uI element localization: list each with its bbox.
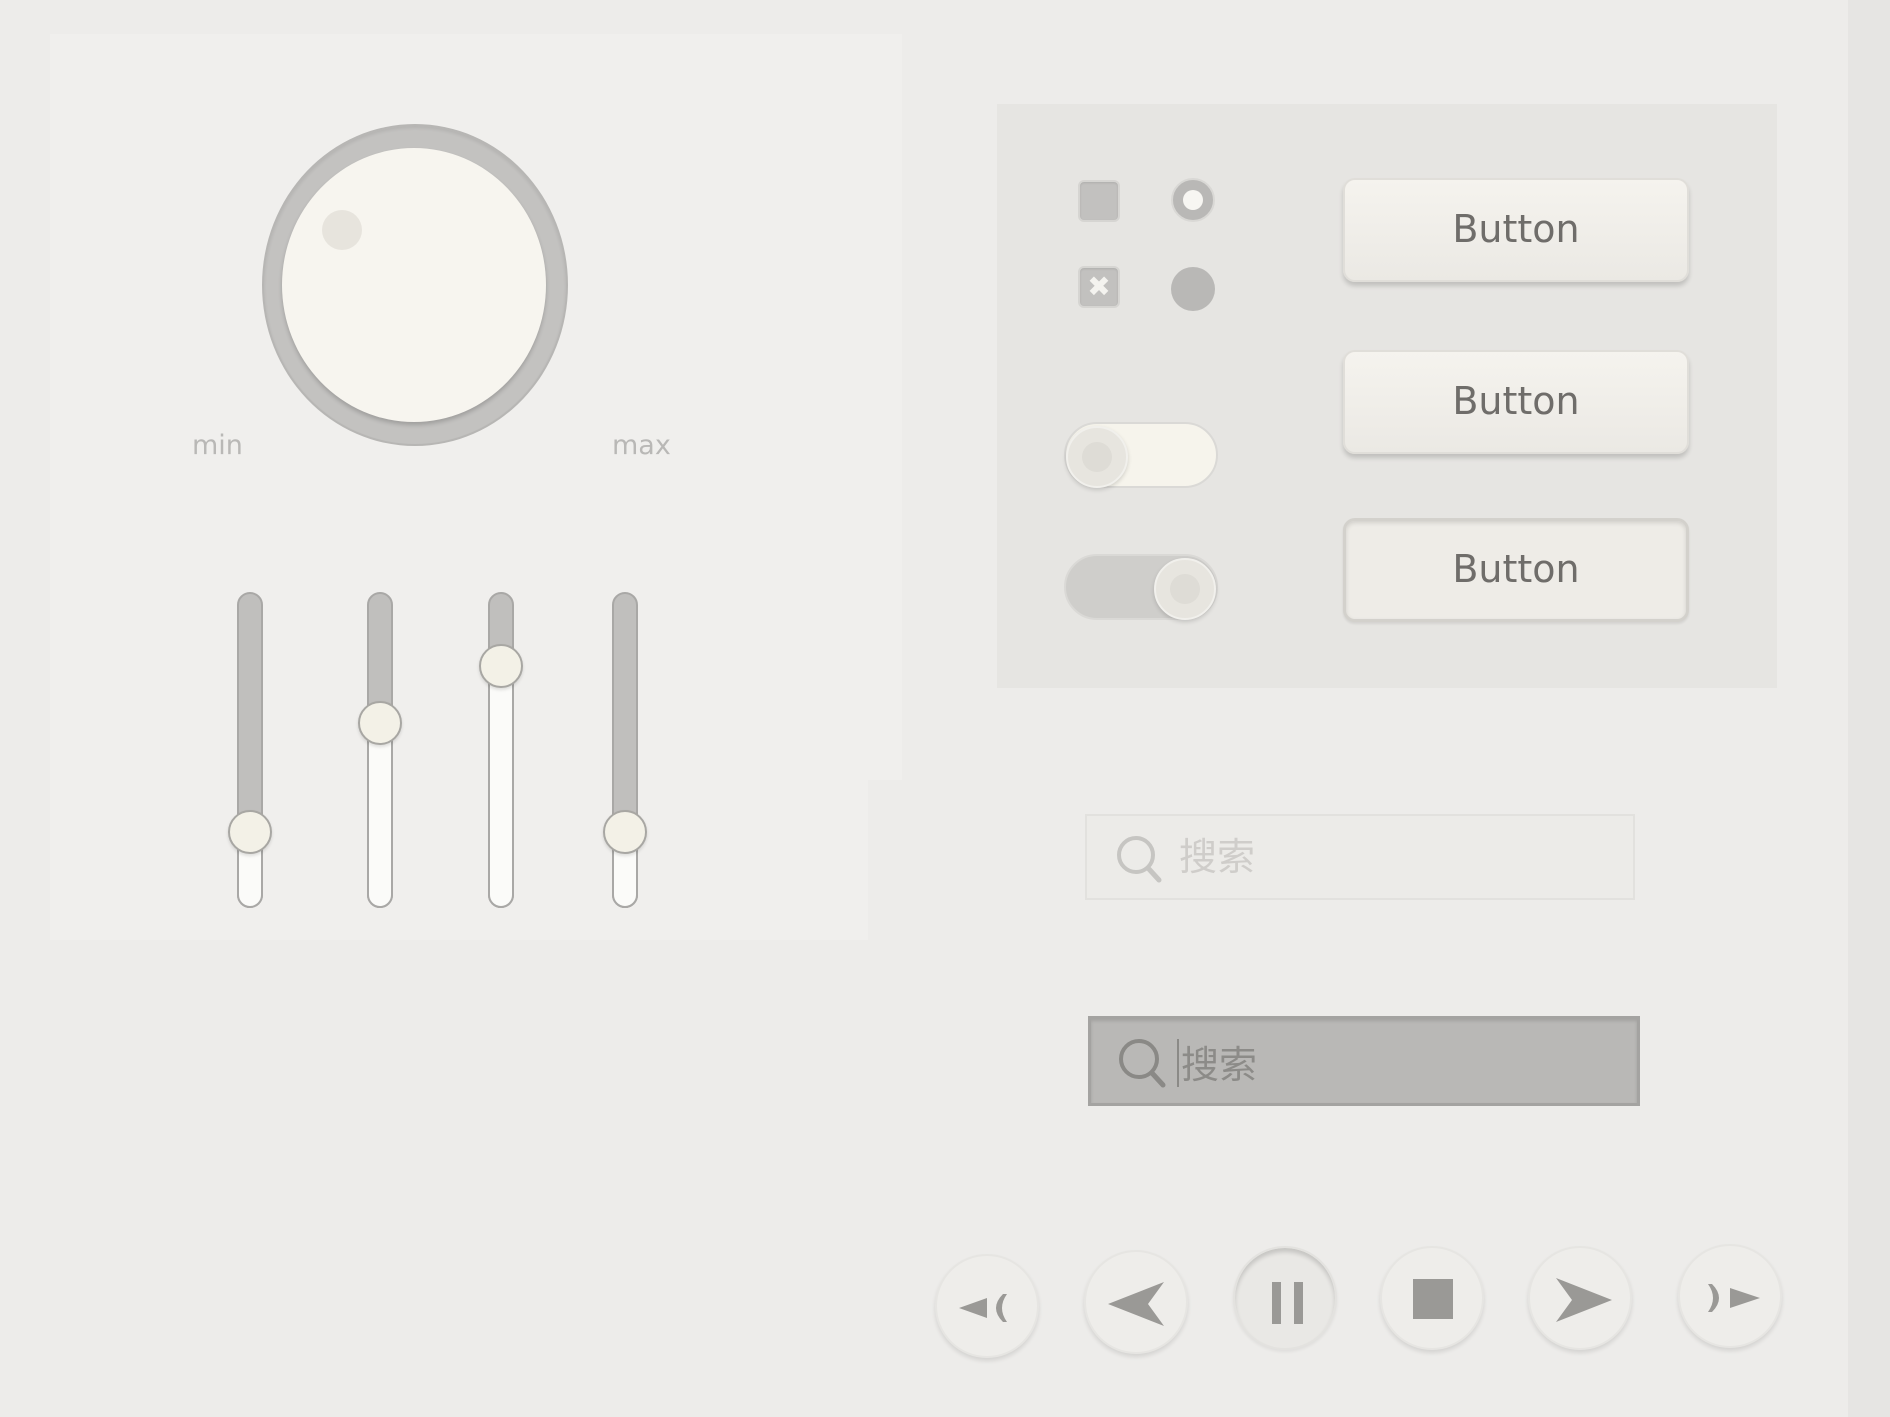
- button-2[interactable]: Button: [1343, 350, 1689, 454]
- slider-3-thumb[interactable]: [479, 643, 523, 688]
- search-icon: [1117, 836, 1162, 883]
- previous-button[interactable]: [1084, 1250, 1188, 1354]
- stop-button[interactable]: [1380, 1246, 1484, 1350]
- knob-max-label: max: [612, 430, 671, 461]
- rotary-knob-face[interactable]: [282, 148, 546, 422]
- previous-icon: [1108, 1282, 1164, 1326]
- search-input-active[interactable]: [1181, 1019, 1621, 1103]
- checkbox-unchecked[interactable]: [1078, 180, 1120, 222]
- toggle-switch-on[interactable]: [1064, 554, 1218, 620]
- rewind-icon: [959, 1294, 1007, 1322]
- play-icon: [1556, 1278, 1612, 1322]
- text-caret: [1177, 1039, 1179, 1087]
- button-3-pressed[interactable]: Button: [1343, 518, 1689, 622]
- search-field-active[interactable]: [1088, 1016, 1640, 1106]
- knob-panel-shadow: [50, 780, 868, 940]
- slider-2-fill: [367, 722, 393, 908]
- search-field[interactable]: [1085, 814, 1635, 900]
- button-1[interactable]: Button: [1343, 178, 1689, 282]
- fast-forward-icon: [1708, 1284, 1760, 1312]
- slider-4-thumb[interactable]: [603, 809, 647, 854]
- stop-icon: [1413, 1279, 1453, 1319]
- rewind-button[interactable]: [935, 1254, 1039, 1358]
- fast-forward-button[interactable]: [1678, 1244, 1782, 1348]
- knob-indicator-dot: [322, 210, 362, 250]
- search-input[interactable]: [1179, 816, 1619, 898]
- play-button[interactable]: [1528, 1246, 1632, 1350]
- toggle-knob: [1066, 426, 1128, 488]
- slider-1-thumb[interactable]: [228, 809, 272, 854]
- checkbox-check-mark-icon: ✖: [1087, 270, 1111, 303]
- search-icon: [1119, 1039, 1166, 1088]
- right-edge-strip: [1848, 0, 1890, 1417]
- slider-3-fill: [488, 665, 514, 908]
- radio-selected[interactable]: [1171, 178, 1215, 222]
- toggle-switch-off[interactable]: [1064, 422, 1218, 488]
- knob-min-label: min: [192, 430, 243, 461]
- pause-button[interactable]: [1233, 1246, 1337, 1350]
- slider-2-thumb[interactable]: [358, 700, 402, 745]
- radio-selected-dot-icon: [1183, 190, 1203, 210]
- toggle-knob: [1154, 558, 1216, 620]
- checkbox-checked[interactable]: ✖: [1078, 266, 1120, 308]
- radio-unselected[interactable]: [1171, 267, 1215, 311]
- pause-icon: [1272, 1282, 1303, 1324]
